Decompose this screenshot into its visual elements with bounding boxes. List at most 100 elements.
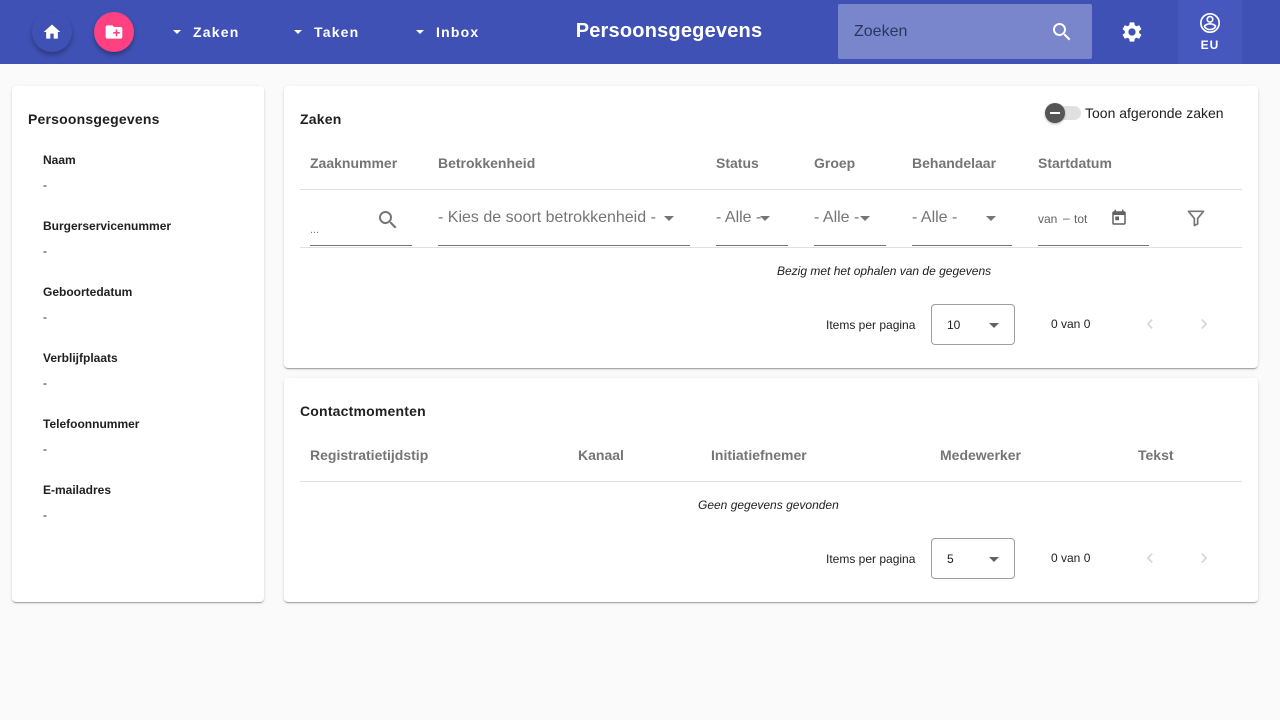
account-circle-icon [1200, 13, 1220, 33]
menu-zaken[interactable]: Zaken [173, 22, 239, 42]
startdatum-range[interactable]: van – tot [1038, 209, 1149, 246]
betrokkenheid-select-value: - Kies de soort betrokkenheid - [438, 209, 656, 226]
zaken-previous-page-button[interactable] [1135, 309, 1165, 339]
show-completed-label: Toon afgeronde zaken [1085, 105, 1224, 121]
chevron-left-icon [1146, 553, 1153, 563]
chevron-right-icon [1201, 553, 1208, 563]
column-header-kanaal[interactable]: Kanaal [578, 447, 624, 463]
caret-down-icon [294, 30, 302, 34]
field-label-telefoonnummer: Telefoonnummer [43, 417, 140, 431]
contact-page-size-value: 5 [947, 552, 954, 566]
contact-page-size-select[interactable]: 5 [931, 538, 1015, 579]
column-header-betrokkenheid[interactable]: Betrokkenheid [438, 155, 535, 171]
field-label-naam: Naam [43, 153, 76, 167]
settings-button[interactable] [1112, 12, 1152, 52]
behandelaar-select[interactable]: - Alle - [912, 209, 1012, 246]
menu-inbox-label: Inbox [436, 24, 480, 40]
person-card-title: Persoonsgegevens [28, 111, 160, 127]
menu-inbox[interactable]: Inbox [416, 22, 479, 42]
user-initials: EU [1200, 38, 1220, 52]
folder-plus-icon [105, 25, 123, 39]
field-value-telefoonnummer: - [43, 442, 47, 456]
zaken-page-range: 0 van 0 [1051, 317, 1091, 331]
column-header-groep[interactable]: Groep [814, 155, 855, 171]
calendar-icon[interactable] [1110, 209, 1128, 227]
home-icon [43, 24, 61, 39]
contactmomenten-empty-message: Geen gegevens gevonden [698, 498, 839, 512]
chevron-down-icon [760, 216, 770, 221]
chevron-left-icon [1146, 319, 1153, 329]
field-label-emailadres: E-mailadres [43, 483, 112, 497]
search-icon [379, 211, 397, 229]
column-header-behandelaar[interactable]: Behandelaar [912, 155, 996, 171]
zaken-card: Zaken Toon afgeronde zaken Zaaknummer Be… [284, 86, 1258, 368]
contact-previous-page-button[interactable] [1135, 543, 1165, 573]
person-details-card: Persoonsgegevens Naam - Burgerservicenum… [12, 86, 264, 602]
filter-icon[interactable] [1186, 208, 1206, 228]
zaken-page-size-value: 10 [947, 318, 961, 332]
menu-taken-label: Taken [314, 24, 360, 40]
search-button[interactable] [1050, 20, 1074, 49]
zaken-next-page-button[interactable] [1189, 309, 1219, 339]
zaken-page-size-select[interactable]: 10 [931, 304, 1015, 345]
show-completed-toggle[interactable] [1045, 103, 1081, 123]
zaaknummer-filter[interactable]: ... [310, 211, 412, 246]
chevron-down-icon [986, 216, 996, 221]
menu-zaken-label: Zaken [193, 24, 240, 40]
contactmomenten-card: Contactmomenten Registratietijdstip Kana… [284, 378, 1258, 602]
column-header-status[interactable]: Status [716, 155, 759, 171]
behandelaar-select-value: - Alle - [912, 209, 958, 226]
caret-down-icon [173, 30, 181, 34]
zaaknummer-filter-placeholder: ... [310, 224, 320, 236]
home-button[interactable] [32, 12, 72, 52]
column-header-registratietijdstip[interactable]: Registratietijdstip [310, 447, 428, 463]
chevron-down-icon [664, 216, 674, 221]
field-label-verblijfplaats: Verblijfplaats [43, 351, 118, 365]
date-to[interactable]: tot [1074, 212, 1087, 226]
betrokkenheid-select[interactable]: - Kies de soort betrokkenheid - [438, 209, 690, 246]
field-value-emailadres: - [43, 508, 47, 522]
field-value-geboortedatum: - [43, 310, 47, 324]
page-title: Persoonsgegevens [575, 20, 763, 42]
column-header-zaaknummer[interactable]: Zaaknummer [310, 155, 397, 171]
contact-next-page-button[interactable] [1189, 543, 1219, 573]
field-value-verblijfplaats: - [43, 376, 47, 390]
chevron-down-icon [989, 323, 999, 328]
filter-divider [300, 247, 1242, 248]
column-header-tekst[interactable]: Tekst [1138, 447, 1174, 463]
search-box [838, 4, 1092, 59]
search-icon [1053, 23, 1071, 41]
date-from[interactable]: van [1038, 212, 1057, 226]
field-label-geboortedatum: Geboortedatum [43, 285, 133, 299]
column-header-initiatiefnemer[interactable]: Initiatiefnemer [711, 447, 807, 463]
search-input[interactable] [854, 20, 1044, 44]
column-header-medewerker[interactable]: Medewerker [940, 447, 1021, 463]
new-case-button[interactable] [94, 12, 134, 52]
status-select[interactable]: - Alle - [716, 209, 788, 246]
chevron-down-icon [989, 557, 999, 562]
field-value-naam: - [43, 178, 47, 192]
contact-items-per-page-label: Items per pagina [826, 552, 916, 566]
menu-taken[interactable]: Taken [294, 22, 359, 42]
caret-down-icon [416, 30, 424, 34]
zaken-items-per-page-label: Items per pagina [826, 318, 916, 332]
field-label-bsn: Burgerservicenummer [43, 219, 172, 233]
column-header-startdatum[interactable]: Startdatum [1038, 155, 1112, 171]
groep-select-value: - Alle - [814, 209, 860, 226]
groep-select[interactable]: - Alle - [814, 209, 886, 246]
contact-page-range: 0 van 0 [1051, 551, 1091, 565]
contactmomenten-card-title: Contactmomenten [300, 403, 426, 419]
status-select-value: - Alle - [716, 209, 762, 226]
header-divider [300, 481, 1242, 482]
header-divider [300, 189, 1242, 190]
date-separator: – [1063, 211, 1070, 225]
toggle-thumb [1045, 103, 1065, 123]
zaken-card-title: Zaken [300, 111, 342, 127]
zaken-loading-message: Bezig met het ophalen van de gegevens [777, 264, 992, 278]
user-menu-button[interactable]: EU [1178, 0, 1242, 64]
gear-icon [1122, 22, 1142, 42]
top-toolbar: Zaken Taken Inbox Persoonsgegevens EU [0, 0, 1280, 64]
chevron-right-icon [1201, 319, 1208, 329]
field-value-bsn: - [43, 244, 47, 258]
chevron-down-icon [860, 216, 870, 221]
